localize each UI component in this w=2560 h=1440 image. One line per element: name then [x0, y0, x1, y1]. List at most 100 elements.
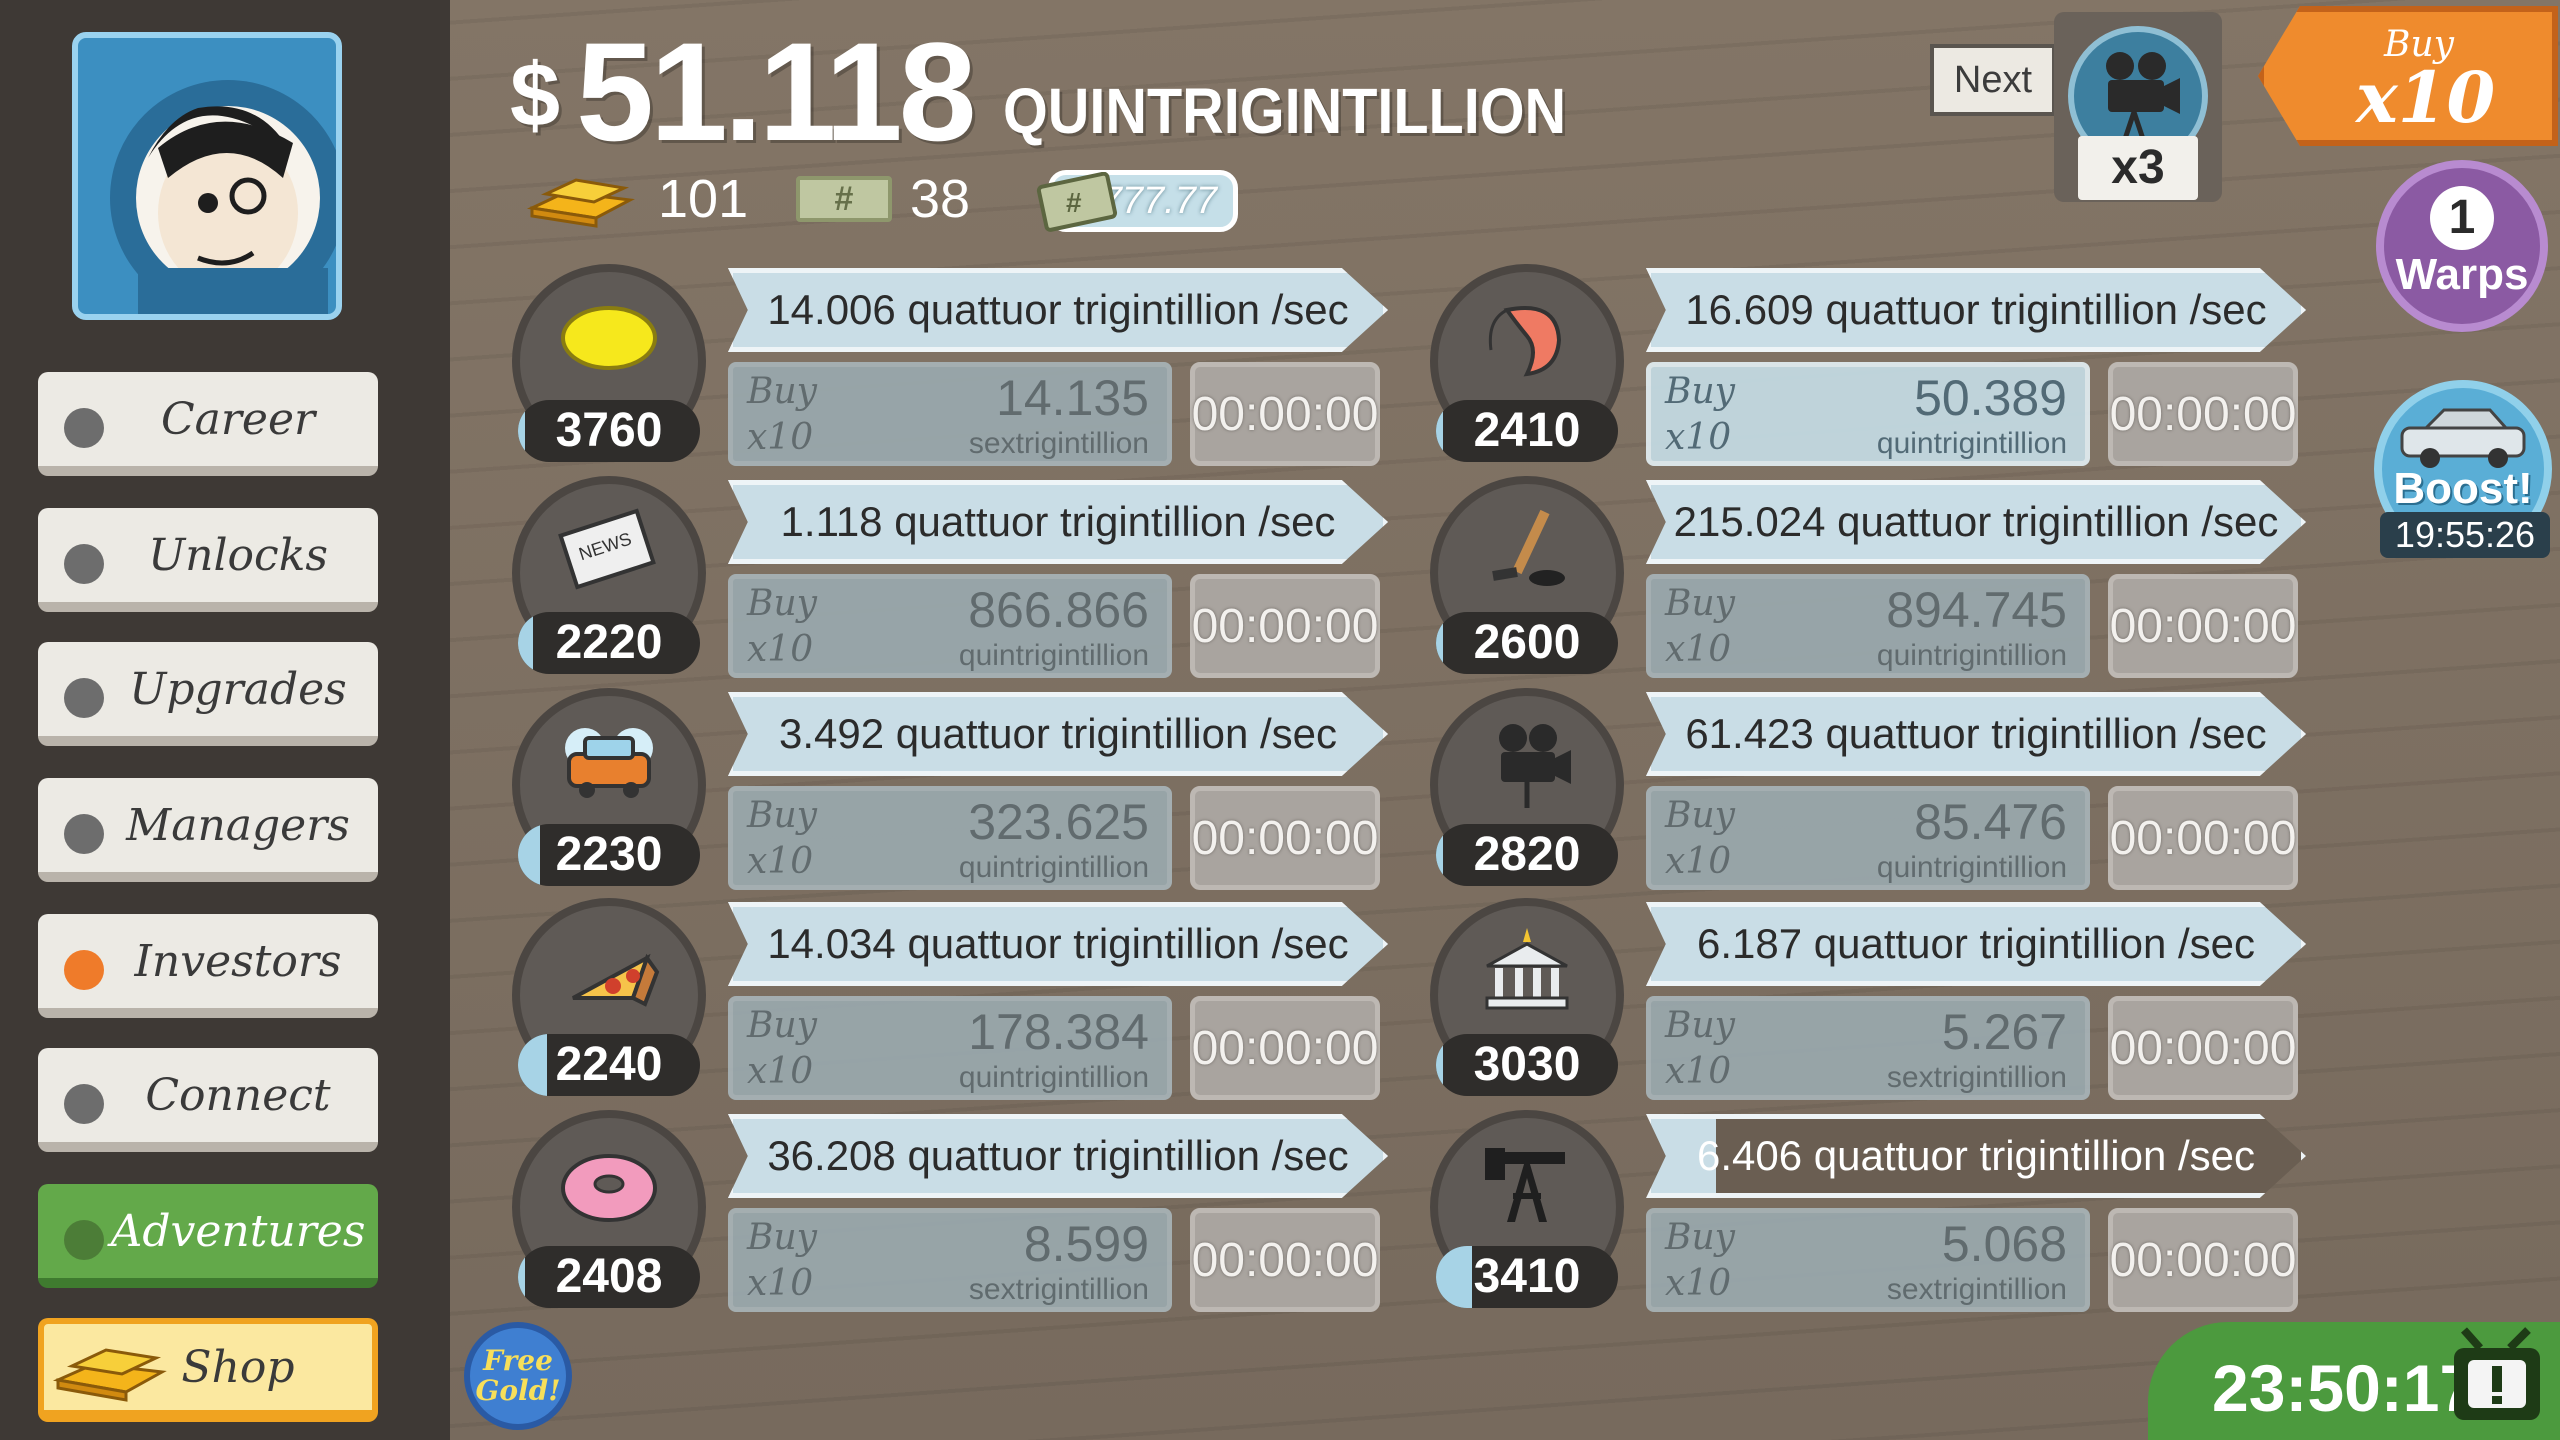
- free-gold-bottom: Gold!: [475, 1374, 561, 1407]
- buy-bottom-label: x10: [2356, 56, 2496, 139]
- buy-cost-unit: sextrigintillion: [1886, 1273, 2067, 1306]
- business-timer: 00:00:00: [1190, 996, 1380, 1100]
- buy-cost-unit: quintrigintillion: [958, 639, 1149, 672]
- buy-business-button[interactable]: Buy x10 5.068 sextrigintillion: [1646, 1208, 2090, 1312]
- buy-multiplier: x10: [747, 417, 814, 458]
- oil-rig-icon: [1485, 1148, 1565, 1222]
- business-revenue-bar[interactable]: 215.024 quattuor trigintillion /sec: [1646, 480, 2306, 564]
- sidebar-item-career[interactable]: Career: [38, 372, 378, 476]
- buy-multiplier: x10: [747, 1051, 814, 1092]
- sidebar-item-shop[interactable]: Shop: [38, 1318, 378, 1422]
- business-revenue-bar[interactable]: 14.006 quattuor trigintillion /sec: [728, 268, 1388, 352]
- manager-card[interactable]: x3: [2054, 12, 2222, 202]
- count-progress-fill: [518, 1246, 526, 1308]
- count-progress-fill: [518, 612, 533, 674]
- manager-multiplier: x3: [2078, 136, 2198, 200]
- sidebar-item-connect[interactable]: Connect: [38, 1048, 378, 1152]
- status-dot: [64, 814, 104, 854]
- buy-cost: 5.068: [1941, 1216, 2067, 1272]
- buy-business-button[interactable]: Buy x10 50.389 quintrigintillion: [1646, 362, 2090, 466]
- buy-business-button[interactable]: Buy x10 894.745 quintrigintillion: [1646, 574, 2090, 678]
- gold-bars-icon: [52, 1348, 167, 1402]
- buy-cost-unit: quintrigintillion: [958, 1061, 1149, 1094]
- pizza-icon: [572, 953, 660, 1007]
- warps-badge[interactable]: 1 Warps: [2376, 160, 2548, 332]
- megaticket-icon: #: [796, 176, 892, 222]
- buy-multiplier: x10: [1665, 1263, 1732, 1304]
- business-revenue-bar[interactable]: 16.609 quattuor trigintillion /sec: [1646, 268, 2306, 352]
- buy-cost: 14.135: [996, 370, 1149, 426]
- free-gold-button[interactable]: Free Gold!: [464, 1322, 572, 1430]
- shrimp-icon: [1488, 306, 1562, 377]
- buy-multiplier: x10: [747, 629, 814, 670]
- gold-bars-icon: [526, 178, 635, 228]
- buy-buy: Buy: [1665, 1217, 1735, 1258]
- hockey-icon: [1492, 509, 1565, 586]
- owned-count-value: 2408: [555, 1250, 663, 1303]
- business-owned-count: 3030: [1436, 1034, 1618, 1096]
- owned-count-value: 3410: [1473, 1250, 1581, 1303]
- astronaut-avatar-icon: [110, 80, 336, 314]
- count-progress-fill: [1436, 1034, 1444, 1096]
- business-revenue-bar[interactable]: 1.118 quattuor trigintillion /sec: [728, 480, 1388, 564]
- owned-count-value: 2820: [1473, 828, 1581, 881]
- business-timer: 00:00:00: [2108, 362, 2298, 466]
- owned-count-value: 3030: [1473, 1038, 1581, 1091]
- sidebar-item-upgrades[interactable]: Upgrades: [38, 642, 378, 746]
- buy-cost: 5.267: [1941, 1004, 2067, 1060]
- sidebar-item-adventures[interactable]: Adventures: [38, 1184, 378, 1288]
- count-progress-fill: [518, 1034, 548, 1096]
- business-owned-count: 2820: [1436, 824, 1618, 886]
- count-progress-fill: [518, 824, 540, 886]
- sidebar-item-unlocks[interactable]: Unlocks: [38, 508, 378, 612]
- business-timer: 00:00:00: [2108, 574, 2298, 678]
- business-revenue-bar[interactable]: 14.034 quattuor trigintillion /sec: [728, 902, 1388, 986]
- business-timer: 00:00:00: [1190, 1208, 1380, 1312]
- session-timer-panel: 23:50:17: [2148, 1322, 2560, 1440]
- buy-multiplier-button[interactable]: Buy x10: [2258, 6, 2558, 146]
- business-revenue-bar[interactable]: 6.406 quattuor trigintillion /sec: [1646, 1114, 2306, 1198]
- buy-business-button[interactable]: Buy x10 14.135 sextrigintillion: [728, 362, 1172, 466]
- status-dot: [64, 950, 104, 990]
- buy-buy: Buy: [1665, 371, 1735, 412]
- tv-alert-icon[interactable]: [2440, 1326, 2552, 1438]
- boost-label: Boost!: [2393, 464, 2533, 513]
- next-manager-button[interactable]: Next: [1930, 44, 2056, 116]
- buy-business-button[interactable]: Buy x10 866.866 quintrigintillion: [728, 574, 1172, 678]
- business-revenue-bar[interactable]: 6.187 quattuor trigintillion /sec: [1646, 902, 2306, 986]
- business-revenue-bar[interactable]: 61.423 quattuor trigintillion /sec: [1646, 692, 2306, 776]
- business-revenue-bar[interactable]: 3.492 quattuor trigintillion /sec: [728, 692, 1388, 776]
- sidebar-item-managers[interactable]: Managers: [38, 778, 378, 882]
- warps-count: 1: [2430, 186, 2494, 250]
- status-dot: [64, 1220, 104, 1260]
- revenue-rate-text: 215.024 quattuor trigintillion /sec: [1673, 498, 2279, 545]
- status-dot: [64, 544, 104, 584]
- revenue-rate-text: 14.006 quattuor trigintillion /sec: [767, 286, 1349, 333]
- buy-business-button[interactable]: Buy x10 85.476 quintrigintillion: [1646, 786, 2090, 890]
- business-revenue-bar[interactable]: 36.208 quattuor trigintillion /sec: [728, 1114, 1388, 1198]
- currency-symbol: $: [510, 46, 561, 146]
- business-timer: 00:00:00: [1190, 786, 1380, 890]
- buy-business-button[interactable]: Buy x10 178.384 quintrigintillion: [728, 996, 1172, 1100]
- boost-timer: 19:55:26: [2380, 512, 2550, 558]
- megaticket-stat: # 38: [796, 168, 970, 230]
- revenue-rate-text: 36.208 quattuor trigintillion /sec: [767, 1132, 1349, 1179]
- revenue-rate-text: 16.609 quattuor trigintillion /sec: [1685, 286, 2267, 333]
- next-label: Next: [1953, 58, 2033, 101]
- lemon-icon: [561, 306, 657, 370]
- revenue-rate-text: 3.492 quattuor trigintillion /sec: [779, 710, 1337, 757]
- business-owned-count: 3760: [518, 400, 700, 462]
- status-dot: [64, 1084, 104, 1124]
- sidebar-item-investors[interactable]: Investors: [38, 914, 378, 1018]
- buy-buy: Buy: [747, 583, 817, 624]
- buy-business-button[interactable]: Buy x10 8.599 sextrigintillion: [728, 1208, 1172, 1312]
- buy-cost: 50.389: [1914, 370, 2067, 426]
- revenue-rate-text: 14.034 quattuor trigintillion /sec: [767, 920, 1349, 967]
- session-timer: 23:50:17: [2212, 1351, 2477, 1425]
- buy-business-button[interactable]: Buy x10 5.267 sextrigintillion: [1646, 996, 2090, 1100]
- buy-business-button[interactable]: Buy x10 323.625 quintrigintillion: [728, 786, 1172, 890]
- buy-buy: Buy: [747, 1217, 817, 1258]
- avatar[interactable]: [72, 32, 342, 320]
- megaticket-count: 38: [910, 169, 971, 229]
- gold-count: 101: [658, 169, 749, 229]
